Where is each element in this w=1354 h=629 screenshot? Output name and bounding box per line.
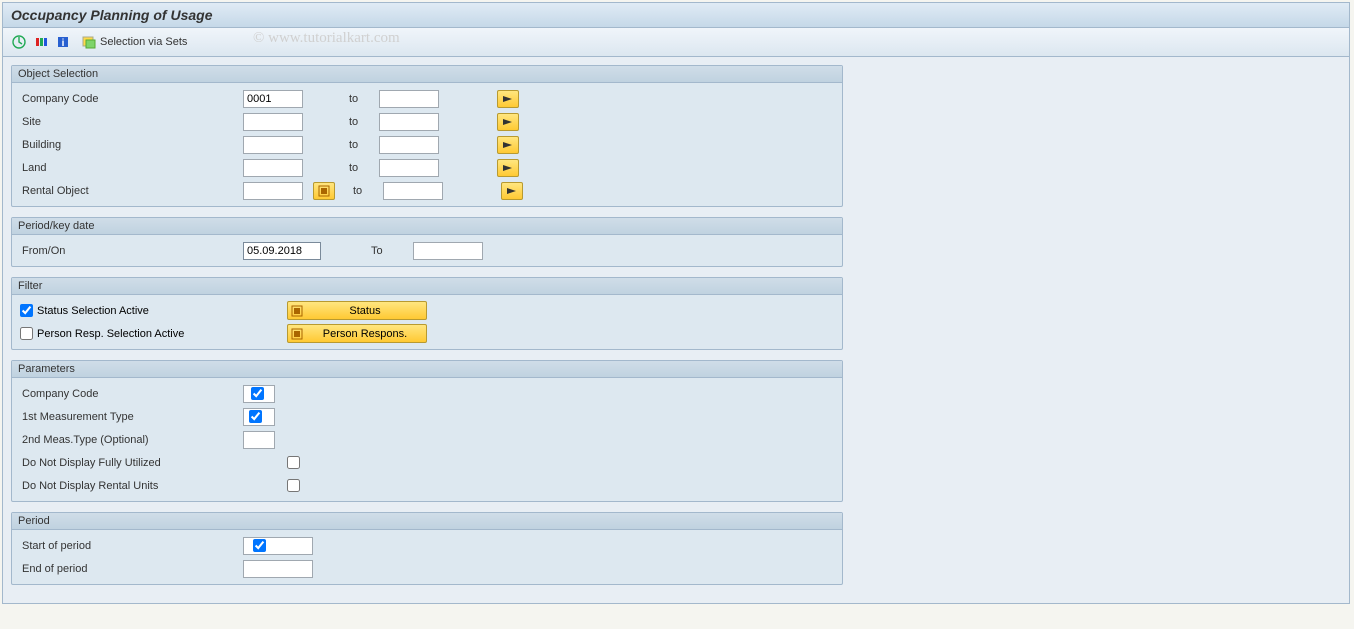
row-land: Land to	[18, 156, 836, 179]
selection-via-sets-button[interactable]: Selection via Sets	[75, 32, 194, 52]
end-of-period-input[interactable]	[243, 560, 313, 578]
company-code-to-input[interactable]	[379, 90, 439, 108]
label-param-company-code: Company Code	[18, 388, 243, 400]
group-object-selection: Object Selection Company Code to Site	[11, 65, 843, 207]
multi-select-building[interactable]	[497, 136, 519, 154]
row-company-code: Company Code to	[18, 87, 836, 110]
label-to-date: To	[371, 245, 413, 257]
site-from-input[interactable]	[243, 113, 303, 131]
execute-icon[interactable]	[9, 32, 29, 52]
to-date-input[interactable]	[413, 242, 483, 260]
status-selection-checkbox[interactable]	[20, 304, 33, 317]
watermark-text: © www.tutorialkart.com	[253, 30, 400, 47]
label-status-selection: Status Selection Active	[37, 305, 149, 317]
row-building: Building to	[18, 133, 836, 156]
toolbar: i Selection via Sets © www.tutorialkart.…	[3, 28, 1349, 57]
group-title-parameters: Parameters	[12, 361, 842, 378]
group-title-object-selection: Object Selection	[12, 66, 842, 83]
group-title-filter: Filter	[12, 278, 842, 295]
group-period-key-date: Period/key date From/On To	[11, 217, 843, 267]
param-meas2-input[interactable]	[243, 431, 275, 449]
to-label: to	[337, 93, 379, 105]
land-from-input[interactable]	[243, 159, 303, 177]
to-label: to	[337, 116, 379, 128]
row-site: Site to	[18, 110, 836, 133]
company-code-from-input[interactable]	[243, 90, 303, 108]
status-button-label: Status	[306, 305, 424, 317]
selection-via-sets-label: Selection via Sets	[100, 36, 187, 48]
group-period: Period Start of period End of period	[11, 512, 843, 585]
group-title-period-key-date: Period/key date	[12, 218, 842, 235]
building-to-input[interactable]	[379, 136, 439, 154]
label-param-no-full: Do Not Display Fully Utilized	[18, 457, 243, 469]
group-title-period: Period	[12, 513, 842, 530]
row-end-of-period: End of period	[18, 557, 836, 580]
label-param-meas1: 1st Measurement Type	[18, 411, 243, 423]
row-param-no-full: Do Not Display Fully Utilized	[18, 451, 836, 474]
site-to-input[interactable]	[379, 113, 439, 131]
status-button[interactable]: Status	[287, 301, 427, 320]
rental-object-from-input[interactable]	[243, 182, 303, 200]
to-label: to	[337, 162, 379, 174]
param-meas1-check[interactable]	[249, 410, 262, 423]
page-title-bar: Occupancy Planning of Usage	[3, 3, 1349, 28]
label-company-code: Company Code	[18, 93, 243, 105]
row-start-of-period: Start of period	[18, 534, 836, 557]
row-param-company-code: Company Code	[18, 382, 836, 405]
label-param-meas2: 2nd Meas.Type (Optional)	[18, 434, 243, 446]
variants-icon[interactable]	[31, 32, 51, 52]
app-frame: Occupancy Planning of Usage i Selection …	[2, 2, 1350, 604]
row-status-selection: Status Selection Active Status	[18, 299, 836, 322]
row-param-meas1: 1st Measurement Type	[18, 405, 836, 428]
info-icon[interactable]: i	[53, 32, 73, 52]
label-param-no-rental: Do Not Display Rental Units	[18, 480, 243, 492]
label-building: Building	[18, 139, 243, 151]
group-filter: Filter Status Selection Active Status	[11, 277, 843, 350]
label-start-of-period: Start of period	[18, 540, 243, 552]
row-param-meas2: 2nd Meas.Type (Optional)	[18, 428, 836, 451]
svg-text:i: i	[62, 38, 65, 49]
label-site: Site	[18, 116, 243, 128]
multi-select-site[interactable]	[497, 113, 519, 131]
page-title: Occupancy Planning of Usage	[11, 7, 213, 23]
multi-select-rental-object[interactable]	[501, 182, 523, 200]
person-button-label: Person Respons.	[306, 328, 424, 340]
param-company-code-check[interactable]	[251, 387, 264, 400]
group-parameters: Parameters Company Code 1st Measurement …	[11, 360, 843, 502]
land-to-input[interactable]	[379, 159, 439, 177]
start-of-period-check[interactable]	[253, 539, 266, 552]
from-on-input[interactable]	[243, 242, 321, 260]
label-land: Land	[18, 162, 243, 174]
person-respons-button[interactable]: Person Respons.	[287, 324, 427, 343]
rental-object-helper[interactable]	[313, 182, 335, 200]
building-from-input[interactable]	[243, 136, 303, 154]
row-param-no-rental: Do Not Display Rental Units	[18, 474, 836, 497]
label-rental-object: Rental Object	[18, 185, 243, 197]
rental-object-to-input[interactable]	[383, 182, 443, 200]
content-area: Object Selection Company Code to Site	[3, 57, 1349, 603]
label-end-of-period: End of period	[18, 563, 243, 575]
multi-select-company-code[interactable]	[497, 90, 519, 108]
to-label: to	[341, 185, 383, 197]
param-no-rental-check[interactable]	[287, 479, 300, 492]
to-label: to	[337, 139, 379, 151]
param-no-full-check[interactable]	[287, 456, 300, 469]
label-from-on: From/On	[18, 245, 243, 257]
label-person-selection: Person Resp. Selection Active	[37, 328, 184, 340]
row-rental-object: Rental Object to	[18, 179, 836, 202]
row-person-selection: Person Resp. Selection Active Person Res…	[18, 322, 836, 345]
person-selection-checkbox[interactable]	[20, 327, 33, 340]
multi-select-land[interactable]	[497, 159, 519, 177]
row-from-on: From/On To	[18, 239, 836, 262]
